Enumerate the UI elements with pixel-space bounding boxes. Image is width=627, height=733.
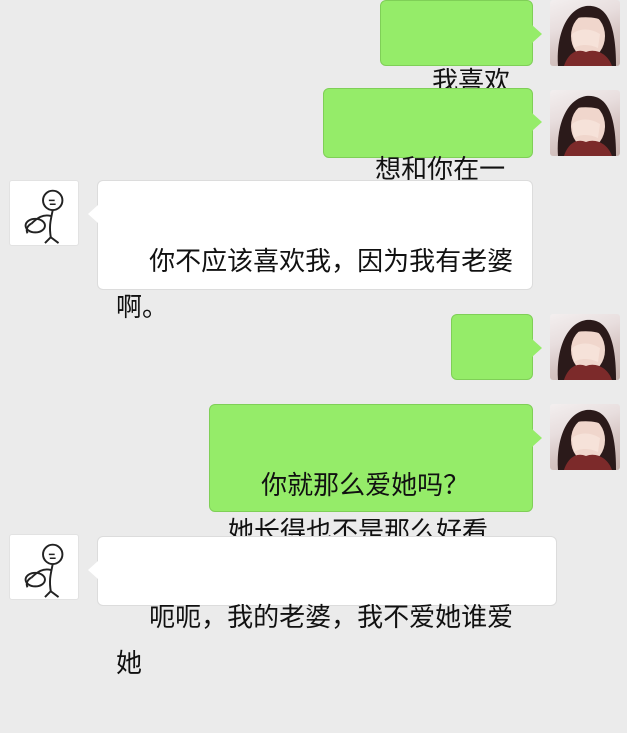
girl-covering-face-icon xyxy=(557,95,616,156)
outgoing-message[interactable]: 你就那么爱她吗？ 她长得也不是那么好看 xyxy=(209,404,542,547)
my-avatar[interactable] xyxy=(550,314,620,380)
contact-avatar[interactable] xyxy=(9,534,79,600)
contact-avatar[interactable] xyxy=(9,180,79,246)
outgoing-message[interactable]: 想和你在一起 xyxy=(323,88,542,231)
incoming-message[interactable]: 呃呃，我的老婆，我不爱她谁爱她 xyxy=(88,536,557,679)
stick-figure-meme-icon xyxy=(24,543,64,598)
message-text: 你不应该喜欢我，因为我有老婆 啊。 xyxy=(116,247,514,323)
outgoing-message[interactable]: 噢？ xyxy=(451,314,542,457)
message-text: 呃呃，我的老婆，我不爱她谁爱她 xyxy=(116,603,514,679)
my-avatar[interactable] xyxy=(550,404,620,470)
my-avatar[interactable] xyxy=(550,90,620,156)
stick-figure-meme-icon xyxy=(24,189,64,244)
girl-covering-face-icon xyxy=(557,5,616,66)
girl-covering-face-icon xyxy=(557,319,616,380)
outgoing-message[interactable]: 我喜欢你 xyxy=(380,0,542,143)
incoming-message[interactable]: 你不应该喜欢我，因为我有老婆 啊。 xyxy=(88,180,533,323)
my-avatar[interactable] xyxy=(550,0,620,66)
girl-covering-face-icon xyxy=(557,409,616,470)
chat-window: 我喜欢你 想和你在一起 你不应该喜欢我，因为我有老婆 啊。 xyxy=(0,0,627,679)
